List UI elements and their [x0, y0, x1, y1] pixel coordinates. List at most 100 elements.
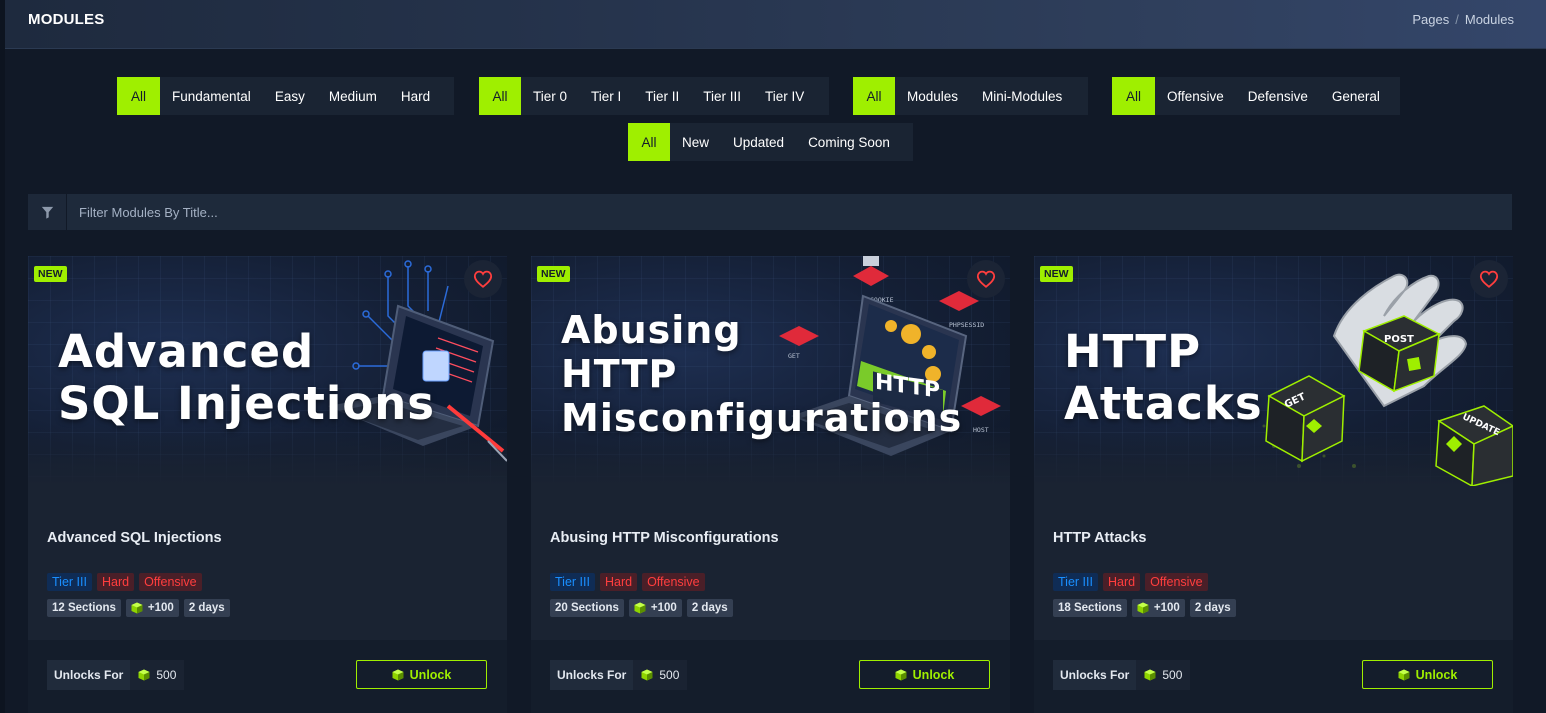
cube-icon: [1144, 669, 1156, 681]
filter-type-all[interactable]: All: [853, 77, 895, 115]
cube-icon: [138, 669, 150, 681]
left-edge: [0, 0, 5, 713]
favorite-button[interactable]: [464, 260, 502, 298]
module-card[interactable]: GET HOST PHPSESSID COOKIE HTTP Abusing H…: [531, 256, 1010, 713]
sections-count: 20 Sections: [550, 599, 624, 617]
filter-difficulty-all[interactable]: All: [117, 77, 160, 115]
new-badge: NEW: [1040, 266, 1073, 282]
sections-count: 18 Sections: [1053, 599, 1127, 617]
points-chip: +100: [1131, 599, 1185, 617]
filter-difficulty-hard[interactable]: Hard: [389, 77, 442, 115]
heart-icon: [473, 270, 493, 288]
card-footer: Unlocks For 500 Unlock: [531, 640, 1010, 713]
category-tag: Offensive: [642, 573, 705, 591]
filter-tier-4[interactable]: Tier IV: [753, 77, 816, 115]
breadcrumb: Pages / Modules: [1412, 12, 1514, 27]
filter-category-offensive[interactable]: Offensive: [1155, 77, 1236, 115]
module-title[interactable]: Abusing HTTP Misconfigurations: [550, 530, 779, 546]
filter-difficulty-fundamental[interactable]: Fundamental: [160, 77, 263, 115]
filter-category-all[interactable]: All: [1112, 77, 1155, 115]
unlock-cost: Unlocks For 500: [550, 660, 688, 690]
favorite-button[interactable]: [967, 260, 1005, 298]
page-header: MODULES Pages / Modules: [5, 0, 1546, 49]
filter-category: All Offensive Defensive General: [1112, 77, 1400, 115]
cube-icon: [895, 669, 907, 680]
category-tag: Offensive: [1145, 573, 1208, 591]
filter-status-all[interactable]: All: [628, 123, 670, 161]
cube-icon: [1398, 669, 1410, 680]
thumbnail-title: Advanced SQL Injections: [58, 325, 436, 431]
filter-difficulty-easy[interactable]: Easy: [263, 77, 317, 115]
card-footer: Unlocks For 500 Unlock: [1034, 640, 1513, 713]
favorite-button[interactable]: [1470, 260, 1508, 298]
filter-status-updated[interactable]: Updated: [721, 123, 796, 161]
breadcrumb-pages[interactable]: Pages: [1412, 12, 1449, 27]
new-badge: NEW: [537, 266, 570, 282]
filter-difficulty: All Fundamental Easy Medium Hard: [117, 77, 454, 115]
duration-chip: 2 days: [183, 599, 230, 617]
duration-chip: 2 days: [686, 599, 733, 617]
points-chip: +100: [125, 599, 179, 617]
module-meta: 12 Sections +100 2 days: [47, 599, 230, 617]
module-card[interactable]: POST GET UPDATE HTTP Attacks NEW HTTP At…: [1034, 256, 1513, 713]
module-card[interactable]: Advanced SQL Injections NEW Advanced SQL…: [28, 256, 507, 713]
thumbnail-title: Abusing HTTP Misconfigurations: [561, 308, 963, 441]
svg-text:HOST: HOST: [973, 426, 989, 434]
sections-count: 12 Sections: [47, 599, 121, 617]
unlock-cost: Unlocks For 500: [1053, 660, 1191, 690]
module-thumbnail: GET HOST PHPSESSID COOKIE HTTP Abusing H…: [531, 256, 1010, 486]
filter-category-general[interactable]: General: [1320, 77, 1392, 115]
filter-difficulty-medium[interactable]: Medium: [317, 77, 389, 115]
cube-icon: [131, 602, 143, 614]
module-search: [28, 194, 1512, 230]
filter-tier-3[interactable]: Tier III: [691, 77, 753, 115]
module-meta: 20 Sections +100 2 days: [550, 599, 733, 617]
difficulty-tag: Hard: [599, 573, 638, 591]
module-title[interactable]: HTTP Attacks: [1053, 530, 1146, 546]
heart-icon: [1479, 270, 1499, 288]
filter-icon: [28, 194, 67, 230]
unlock-button[interactable]: Unlock: [356, 660, 487, 689]
filter-tier-1[interactable]: Tier I: [579, 77, 633, 115]
filter-type: All Modules Mini-Modules: [853, 77, 1088, 115]
tier-tag: Tier III: [47, 573, 92, 591]
module-tags: Tier III Hard Offensive: [550, 573, 705, 591]
tier-tag: Tier III: [550, 573, 595, 591]
hand-cubes-art: POST GET UPDATE: [1262, 273, 1513, 486]
module-tags: Tier III Hard Offensive: [1053, 573, 1208, 591]
filter-status-coming-soon[interactable]: Coming Soon: [796, 123, 902, 161]
unlock-button[interactable]: Unlock: [859, 660, 990, 689]
heart-icon: [976, 270, 996, 288]
search-input[interactable]: [67, 194, 1512, 230]
difficulty-tag: Hard: [96, 573, 135, 591]
cube-icon: [634, 602, 646, 614]
unlock-button[interactable]: Unlock: [1362, 660, 1493, 689]
filter-type-modules[interactable]: Modules: [895, 77, 970, 115]
filter-type-mini-modules[interactable]: Mini-Modules: [970, 77, 1074, 115]
points-chip: +100: [628, 599, 682, 617]
filter-tier-2[interactable]: Tier II: [633, 77, 691, 115]
category-tag: Offensive: [139, 573, 202, 591]
difficulty-tag: Hard: [1102, 573, 1141, 591]
page-title: MODULES: [28, 11, 105, 28]
module-meta: 18 Sections +100 2 days: [1053, 599, 1236, 617]
module-title[interactable]: Advanced SQL Injections: [47, 530, 222, 546]
filter-tier: All Tier 0 Tier I Tier II Tier III Tier …: [479, 77, 829, 115]
thumbnail-title: HTTP Attacks: [1064, 325, 1263, 431]
tier-tag: Tier III: [1053, 573, 1098, 591]
duration-chip: 2 days: [1189, 599, 1236, 617]
cube-icon: [641, 669, 653, 681]
module-thumbnail: Advanced SQL Injections: [28, 256, 507, 486]
new-badge: NEW: [34, 266, 67, 282]
cube-icon: [392, 669, 404, 680]
breadcrumb-separator: /: [1455, 12, 1459, 27]
filter-tier-0[interactable]: Tier 0: [521, 77, 579, 115]
filter-status-new[interactable]: New: [670, 123, 721, 161]
unlock-cost: Unlocks For 500: [47, 660, 185, 690]
svg-text:POST: POST: [1384, 334, 1414, 345]
filter-tier-all[interactable]: All: [479, 77, 521, 115]
cube-icon: [1137, 602, 1149, 614]
card-footer: Unlocks For 500 Unlock: [28, 640, 507, 713]
breadcrumb-modules: Modules: [1464, 12, 1514, 27]
filter-category-defensive[interactable]: Defensive: [1236, 77, 1320, 115]
